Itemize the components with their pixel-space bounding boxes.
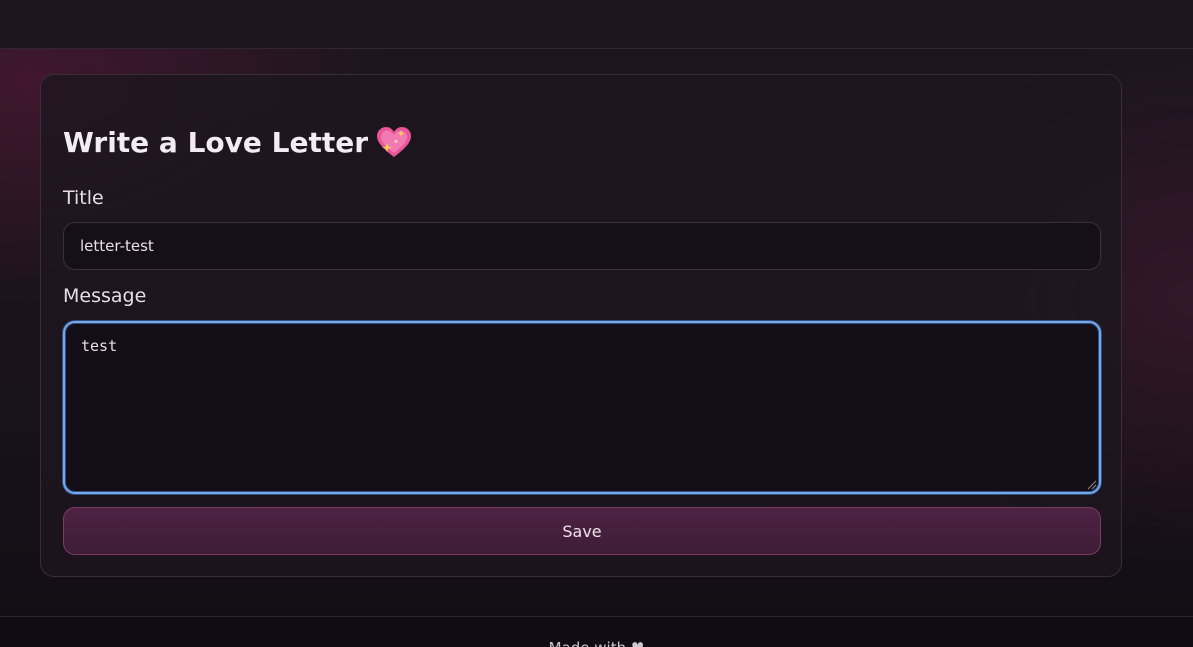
form-heading-text: Write a Love Letter <box>63 126 369 159</box>
title-input[interactable] <box>63 222 1101 270</box>
page-footer: Made with ♥ <box>0 616 1193 647</box>
footer-text: Made with ♥ <box>0 639 1193 647</box>
love-letter-form-card: Write a Love Letter Title Message test S… <box>40 74 1122 577</box>
sparkling-heart-icon <box>377 127 412 157</box>
save-button[interactable]: Save <box>63 507 1101 555</box>
message-textarea[interactable]: test <box>63 321 1101 494</box>
message-label: Message <box>63 285 147 307</box>
form-heading: Write a Love Letter <box>63 125 412 161</box>
top-navigation-bar <box>0 0 1193 49</box>
title-label: Title <box>63 187 104 209</box>
